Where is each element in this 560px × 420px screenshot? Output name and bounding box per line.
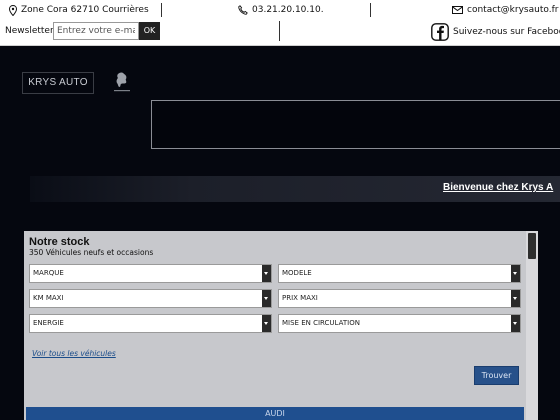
divider [279, 21, 280, 41]
newsletter-label: Newsletter [5, 26, 54, 36]
email-link[interactable]: contact@krysauto.fr [467, 5, 558, 15]
mise-en-circulation-select-value: MISE EN CIRCULATION [282, 319, 360, 327]
header-banner-panel [151, 100, 560, 149]
newsletter-email-input[interactable] [53, 22, 139, 40]
view-all-vehicles-link[interactable]: Voir tous les véhicules [32, 349, 116, 358]
chevron-down-icon [511, 265, 520, 282]
krys-auto-logo[interactable]: KRYS AUTO [22, 72, 94, 94]
facebook-icon[interactable] [431, 23, 449, 41]
peugeot-lion-logo[interactable] [100, 70, 144, 96]
chevron-down-icon [511, 315, 520, 332]
map-pin-icon [9, 5, 17, 16]
chevron-down-icon [511, 290, 520, 307]
panel-scrollbar-track[interactable] [526, 231, 538, 420]
chevron-down-icon [262, 265, 271, 282]
km-maxi-select-value: KM MAXI [33, 294, 64, 302]
phone-link[interactable]: 03.21.20.10.10. [252, 5, 324, 15]
brand-bar-audi[interactable]: AUDI [26, 407, 524, 420]
phone-icon [238, 5, 248, 15]
envelope-icon [452, 6, 463, 14]
stock-subtitle: 350 Véhicules neufs et occasions [29, 248, 154, 257]
facebook-link[interactable]: Suivez-nous sur Facebook [453, 27, 560, 37]
search-button[interactable]: Trouver [474, 366, 519, 385]
panel-scrollbar-thumb[interactable] [528, 233, 536, 259]
newsletter-submit-button[interactable]: OK [139, 22, 160, 40]
energie-select-value: ENERGIE [33, 319, 64, 327]
modele-select[interactable]: MODELE [278, 264, 521, 283]
prix-maxi-select[interactable]: PRIX MAXI [278, 289, 521, 308]
stock-title: Notre stock [29, 236, 90, 248]
marque-select[interactable]: MARQUE [29, 264, 272, 283]
marque-select-value: MARQUE [33, 269, 64, 277]
chevron-down-icon [262, 290, 271, 307]
km-maxi-select[interactable]: KM MAXI [29, 289, 272, 308]
prix-maxi-select-value: PRIX MAXI [282, 294, 318, 302]
divider [161, 3, 162, 17]
divider [370, 3, 371, 17]
chevron-down-icon [262, 315, 271, 332]
address-text: Zone Cora 62710 Courrières [21, 5, 149, 15]
mise-en-circulation-select[interactable]: MISE EN CIRCULATION [278, 314, 521, 333]
energie-select[interactable]: ENERGIE [29, 314, 272, 333]
welcome-text[interactable]: Bienvenue chez Krys A [443, 182, 553, 193]
modele-select-value: MODELE [282, 269, 312, 277]
